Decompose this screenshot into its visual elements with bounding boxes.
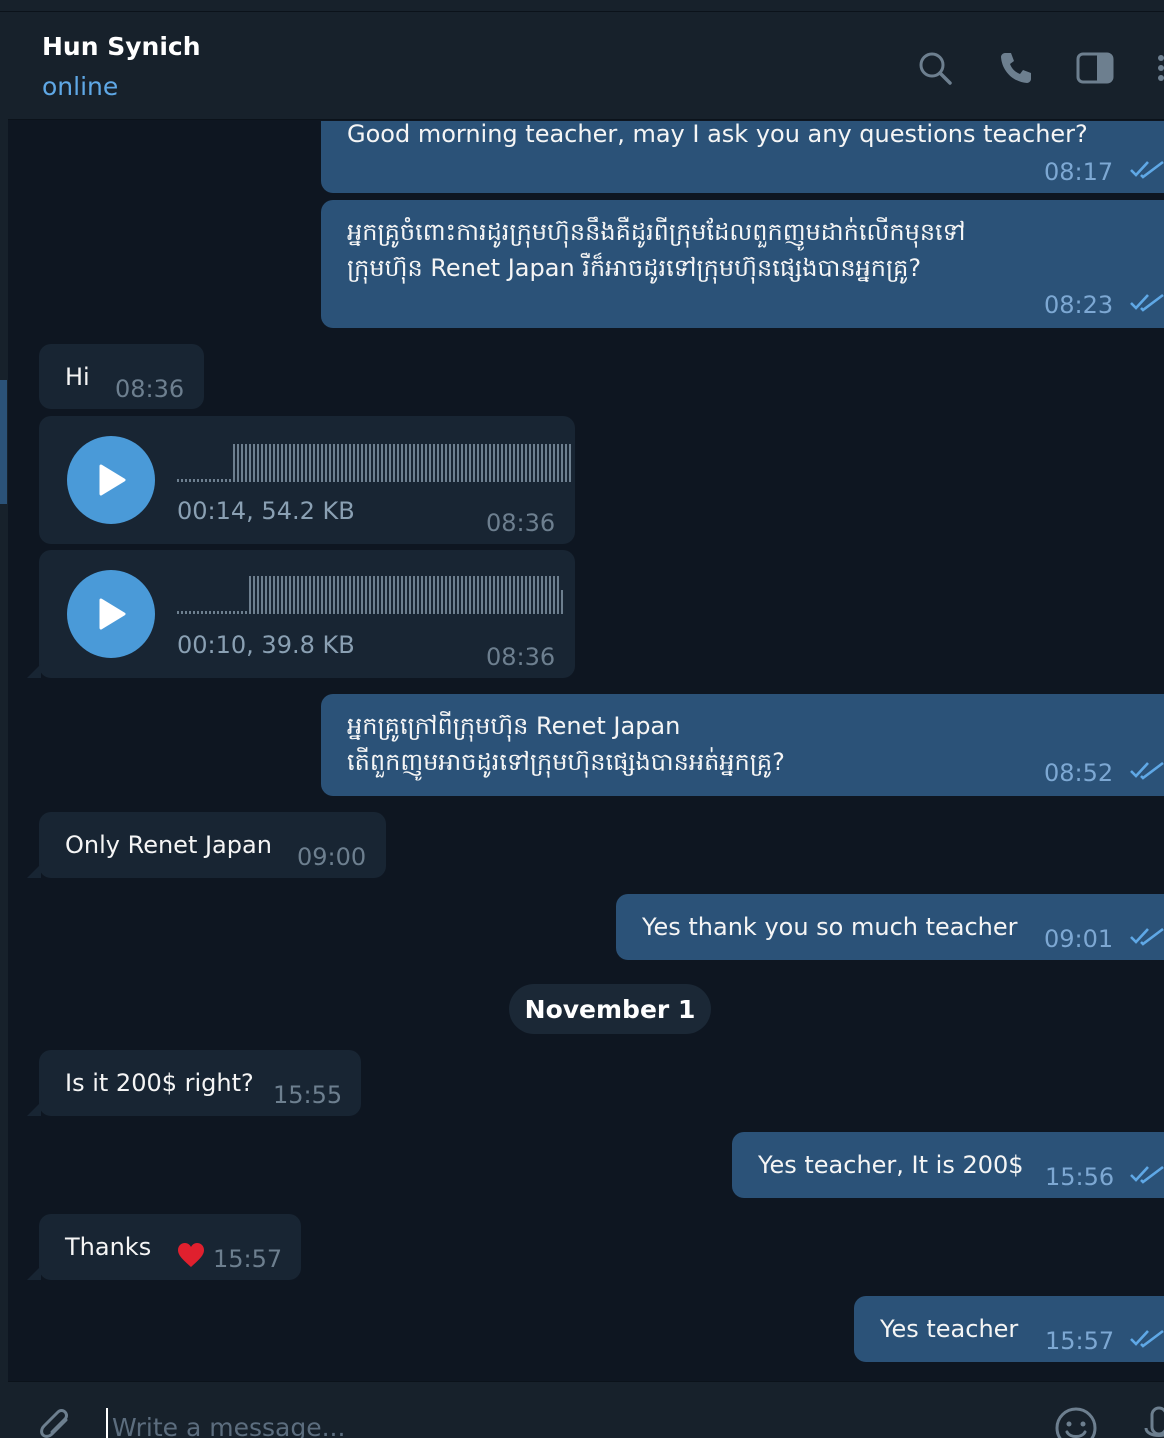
message-time: 09:01 — [1044, 925, 1114, 953]
message-time: 15:57 — [213, 1245, 283, 1273]
message-text: Yes teacher — [880, 1315, 1019, 1343]
message-text: Hi — [65, 363, 90, 391]
more-icon[interactable] — [1146, 48, 1164, 88]
double-check-icon — [1130, 1329, 1164, 1348]
double-check-icon — [1130, 160, 1164, 179]
heart-reaction-icon[interactable] — [177, 1242, 205, 1268]
message-incoming[interactable]: Thanks 15:57 — [39, 1214, 301, 1280]
double-check-icon — [1130, 927, 1164, 946]
message-text-line-1: អ្នកគ្រូក្រៅពីក្រុមហ៊ុន Renet Japan — [347, 712, 681, 740]
message-text: Is it 200$ right? — [65, 1069, 254, 1097]
voice-message[interactable]: 00:10, 39.8 KB 08:36 — [39, 550, 575, 678]
message-time: 09:00 — [297, 843, 367, 871]
microphone-icon[interactable] — [1144, 1406, 1164, 1438]
message-incoming[interactable]: Hi 08:36 — [39, 344, 204, 409]
contact-status: online — [42, 72, 119, 101]
message-time: 08:23 — [1044, 291, 1114, 319]
message-text: Only Renet Japan — [65, 831, 272, 859]
emoji-icon[interactable] — [1054, 1406, 1098, 1438]
phone-icon[interactable] — [996, 48, 1036, 88]
search-icon[interactable] — [915, 48, 955, 88]
message-time: 08:36 — [486, 643, 556, 671]
message-time: 15:56 — [1045, 1163, 1115, 1191]
message-time: 08:52 — [1044, 759, 1114, 787]
message-text: Good morning teacher, may I ask you any … — [347, 121, 1088, 148]
voice-duration-size: 00:10, 39.8 KB — [177, 631, 355, 659]
message-time: 08:17 — [1044, 158, 1114, 186]
play-button[interactable] — [67, 436, 155, 524]
play-icon — [99, 598, 126, 630]
message-text: Yes teacher, It is 200$ — [758, 1151, 1024, 1179]
message-time: 08:36 — [115, 375, 185, 403]
attach-icon[interactable] — [36, 1406, 76, 1438]
active-chat-marker — [0, 380, 7, 504]
voice-waveform[interactable] — [177, 572, 563, 614]
chat-list-edge — [0, 12, 8, 1438]
contact-name[interactable]: Hun Synich — [42, 32, 201, 61]
sidebar-toggle-icon[interactable] — [1075, 48, 1115, 88]
date-separator: November 1 — [509, 984, 711, 1034]
message-incoming[interactable]: Is it 200$ right? 15:55 — [39, 1050, 361, 1116]
message-input[interactable] — [112, 1410, 1012, 1438]
message-time: 08:36 — [486, 509, 556, 537]
message-incoming[interactable]: Only Renet Japan 09:00 — [39, 812, 386, 878]
voice-message[interactable]: 00:14, 54.2 KB 08:36 — [39, 416, 575, 544]
message-outgoing[interactable]: Yes thank you so much teacher 09:01 — [616, 894, 1164, 960]
voice-duration-size: 00:14, 54.2 KB — [177, 497, 355, 525]
message-outgoing[interactable]: អ្នកគ្រូចំពោះការដូរក្រុមហ៊ុននឹងគឺដូរពីក្… — [321, 200, 1164, 328]
message-text: Thanks — [65, 1233, 152, 1261]
window-top-strip — [0, 0, 1164, 12]
message-text-line-2: ក្រុមហ៊ុន Renet Japan រឺក៏អាចដូរទៅក្រុមហ… — [347, 254, 922, 282]
message-text: Yes thank you so much teacher — [642, 913, 1018, 941]
message-composer — [8, 1381, 1164, 1438]
play-icon — [99, 464, 126, 496]
message-time: 15:57 — [1045, 1327, 1115, 1355]
double-check-icon — [1130, 293, 1164, 312]
text-caret — [106, 1408, 108, 1438]
chat-header[interactable]: Hun Synich online — [8, 12, 1164, 120]
message-text-line-1: អ្នកគ្រូចំពោះការដូរក្រុមហ៊ុននឹងគឺដូរពីក្… — [347, 218, 966, 246]
message-list[interactable]: Good morning teacher, may I ask you any … — [8, 121, 1164, 1380]
play-button[interactable] — [67, 570, 155, 658]
message-outgoing[interactable]: Yes teacher 15:57 — [854, 1296, 1164, 1362]
message-outgoing[interactable]: អ្នកគ្រូក្រៅពីក្រុមហ៊ុន Renet Japan តើពួ… — [321, 694, 1164, 796]
double-check-icon — [1130, 761, 1164, 780]
voice-waveform[interactable] — [177, 440, 571, 482]
message-outgoing[interactable]: Yes teacher, It is 200$ 15:56 — [732, 1132, 1164, 1198]
double-check-icon — [1130, 1165, 1164, 1184]
message-time: 15:55 — [273, 1081, 343, 1109]
message-text-line-2: តើពួកញូមអាចដូរទៅក្រុមហ៊ុនផ្សេងបានអត់អ្នក… — [347, 748, 785, 776]
chat-window: Hun Synich online Good morning teacher, … — [0, 0, 1164, 1438]
message-outgoing[interactable]: Good morning teacher, may I ask you any … — [321, 121, 1164, 193]
